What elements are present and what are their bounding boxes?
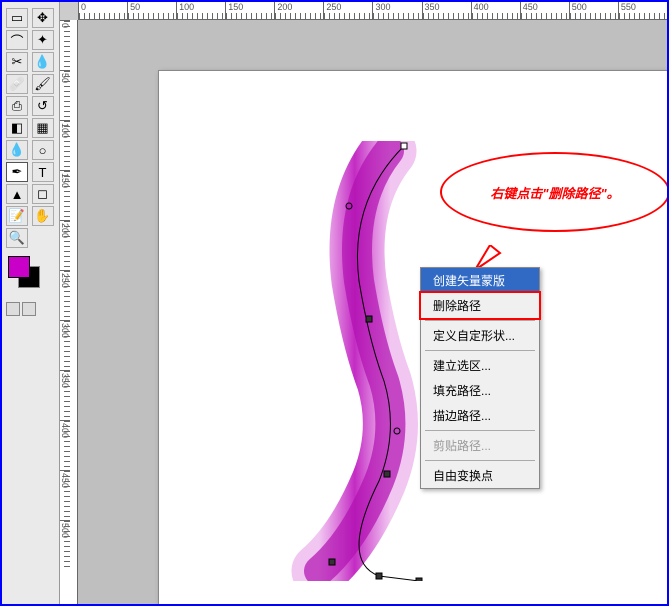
ruler-tick: 500 <box>60 520 70 570</box>
ruler-tick: 300 <box>372 2 421 19</box>
context-menu: 创建矢量蒙版 删除路径 定义自定形状... 建立选区... 填充路径... 描边… <box>420 267 540 489</box>
ruler-tick: 50 <box>60 70 70 120</box>
magic-wand-tool[interactable]: ✦ <box>32 30 54 50</box>
ruler-tick: 300 <box>60 320 70 370</box>
ruler-tick: 200 <box>274 2 323 19</box>
gradient-tool[interactable]: ▦ <box>32 118 54 138</box>
callout-text: 右键点击"删除路径"。 <box>490 183 619 202</box>
ruler-tick: 0 <box>60 20 70 70</box>
menu-item-create-vector-mask[interactable]: 创建矢量蒙版 <box>421 268 539 293</box>
zoom-tool[interactable]: 🔍 <box>6 228 28 248</box>
app-window: ▭ ✥ ⌒ ✦ ✂ 💧 🩹 🖌 ⎙ ↺ ◧ ▦ 💧 ○ ✒ T ▲ ◻ 📝 ✋ <box>0 0 669 606</box>
menu-item-fill-path[interactable]: 填充路径... <box>421 378 539 403</box>
ruler-tick: 450 <box>60 470 70 520</box>
notes-tool[interactable]: 📝 <box>6 206 28 226</box>
workspace: 0 50 100 150 200 250 300 350 400 450 500… <box>60 2 667 604</box>
ruler-tick: 100 <box>176 2 225 19</box>
menu-item-free-transform[interactable]: 自由变换点 <box>421 463 539 488</box>
menu-item-delete-path[interactable]: 删除路径 <box>419 291 541 320</box>
ruler-tick: 400 <box>471 2 520 19</box>
canvas-background <box>78 20 667 604</box>
ruler-tick: 550 <box>618 2 667 19</box>
ruler-tick: 150 <box>60 170 70 220</box>
callout-bubble: 右键点击"删除路径"。 <box>440 152 667 232</box>
menu-item-define-shape[interactable]: 定义自定形状... <box>421 323 539 348</box>
hand-tool[interactable]: ✋ <box>32 206 54 226</box>
ruler-tick: 350 <box>60 370 70 420</box>
healing-tool[interactable]: 🩹 <box>6 74 28 94</box>
toolbox: ▭ ✥ ⌒ ✦ ✂ 💧 🩹 🖌 ⎙ ↺ ◧ ▦ 💧 ○ ✒ T ▲ ◻ 📝 ✋ <box>2 2 60 604</box>
canvas[interactable] <box>158 70 667 604</box>
ruler-tick: 250 <box>323 2 372 19</box>
mode-buttons <box>6 302 55 316</box>
ruler-tick: 350 <box>422 2 471 19</box>
blur-tool[interactable]: 💧 <box>6 140 28 160</box>
type-tool[interactable]: T <box>32 162 54 182</box>
dodge-tool[interactable]: ○ <box>32 140 54 160</box>
menu-separator <box>425 320 535 321</box>
move-tool[interactable]: ✥ <box>32 8 54 28</box>
ruler-tick: 400 <box>60 420 70 470</box>
marquee-tool[interactable]: ▭ <box>6 8 28 28</box>
pen-tool[interactable]: ✒ <box>6 162 28 182</box>
menu-separator <box>425 430 535 431</box>
lasso-tool[interactable]: ⌒ <box>6 30 28 50</box>
ruler-tick: 200 <box>60 220 70 270</box>
ruler-tick: 250 <box>60 270 70 320</box>
ruler-tick: 150 <box>225 2 274 19</box>
color-swatches <box>6 256 55 292</box>
stamp-tool[interactable]: ⎙ <box>6 96 28 116</box>
crop-tool[interactable]: ✂ <box>6 52 28 72</box>
eraser-tool[interactable]: ◧ <box>6 118 28 138</box>
ruler-tick: 0 <box>78 2 127 19</box>
standard-mode-button[interactable] <box>6 302 20 316</box>
eyedropper-tool[interactable]: 💧 <box>32 52 54 72</box>
shape-tool[interactable]: ◻ <box>32 184 54 204</box>
menu-separator <box>425 460 535 461</box>
menu-item-make-selection[interactable]: 建立选区... <box>421 353 539 378</box>
quickmask-mode-button[interactable] <box>22 302 36 316</box>
foreground-color-swatch[interactable] <box>8 256 30 278</box>
horizontal-ruler: 0 50 100 150 200 250 300 350 400 450 500… <box>78 2 667 20</box>
ruler-tick: 500 <box>569 2 618 19</box>
tool-grid: ▭ ✥ ⌒ ✦ ✂ 💧 🩹 🖌 ⎙ ↺ ◧ ▦ 💧 ○ ✒ T ▲ ◻ 📝 ✋ <box>6 8 55 248</box>
menu-item-clipping-path[interactable]: 剪贴路径... <box>421 433 539 458</box>
history-brush-tool[interactable]: ↺ <box>32 96 54 116</box>
ruler-tick: 450 <box>520 2 569 19</box>
menu-separator <box>425 350 535 351</box>
ruler-tick: 100 <box>60 120 70 170</box>
annotation-callout: 右键点击"删除路径"。 <box>440 152 667 232</box>
ruler-tick: 50 <box>127 2 176 19</box>
vertical-ruler: 0 50 100 150 200 250 300 350 400 450 500 <box>60 20 78 604</box>
brush-tool[interactable]: 🖌 <box>32 74 54 94</box>
main-area: ▭ ✥ ⌒ ✦ ✂ 💧 🩹 🖌 ⎙ ↺ ◧ ▦ 💧 ○ ✒ T ▲ ◻ 📝 ✋ <box>2 2 667 604</box>
menu-item-stroke-path[interactable]: 描边路径... <box>421 403 539 428</box>
path-select-tool[interactable]: ▲ <box>6 184 28 204</box>
